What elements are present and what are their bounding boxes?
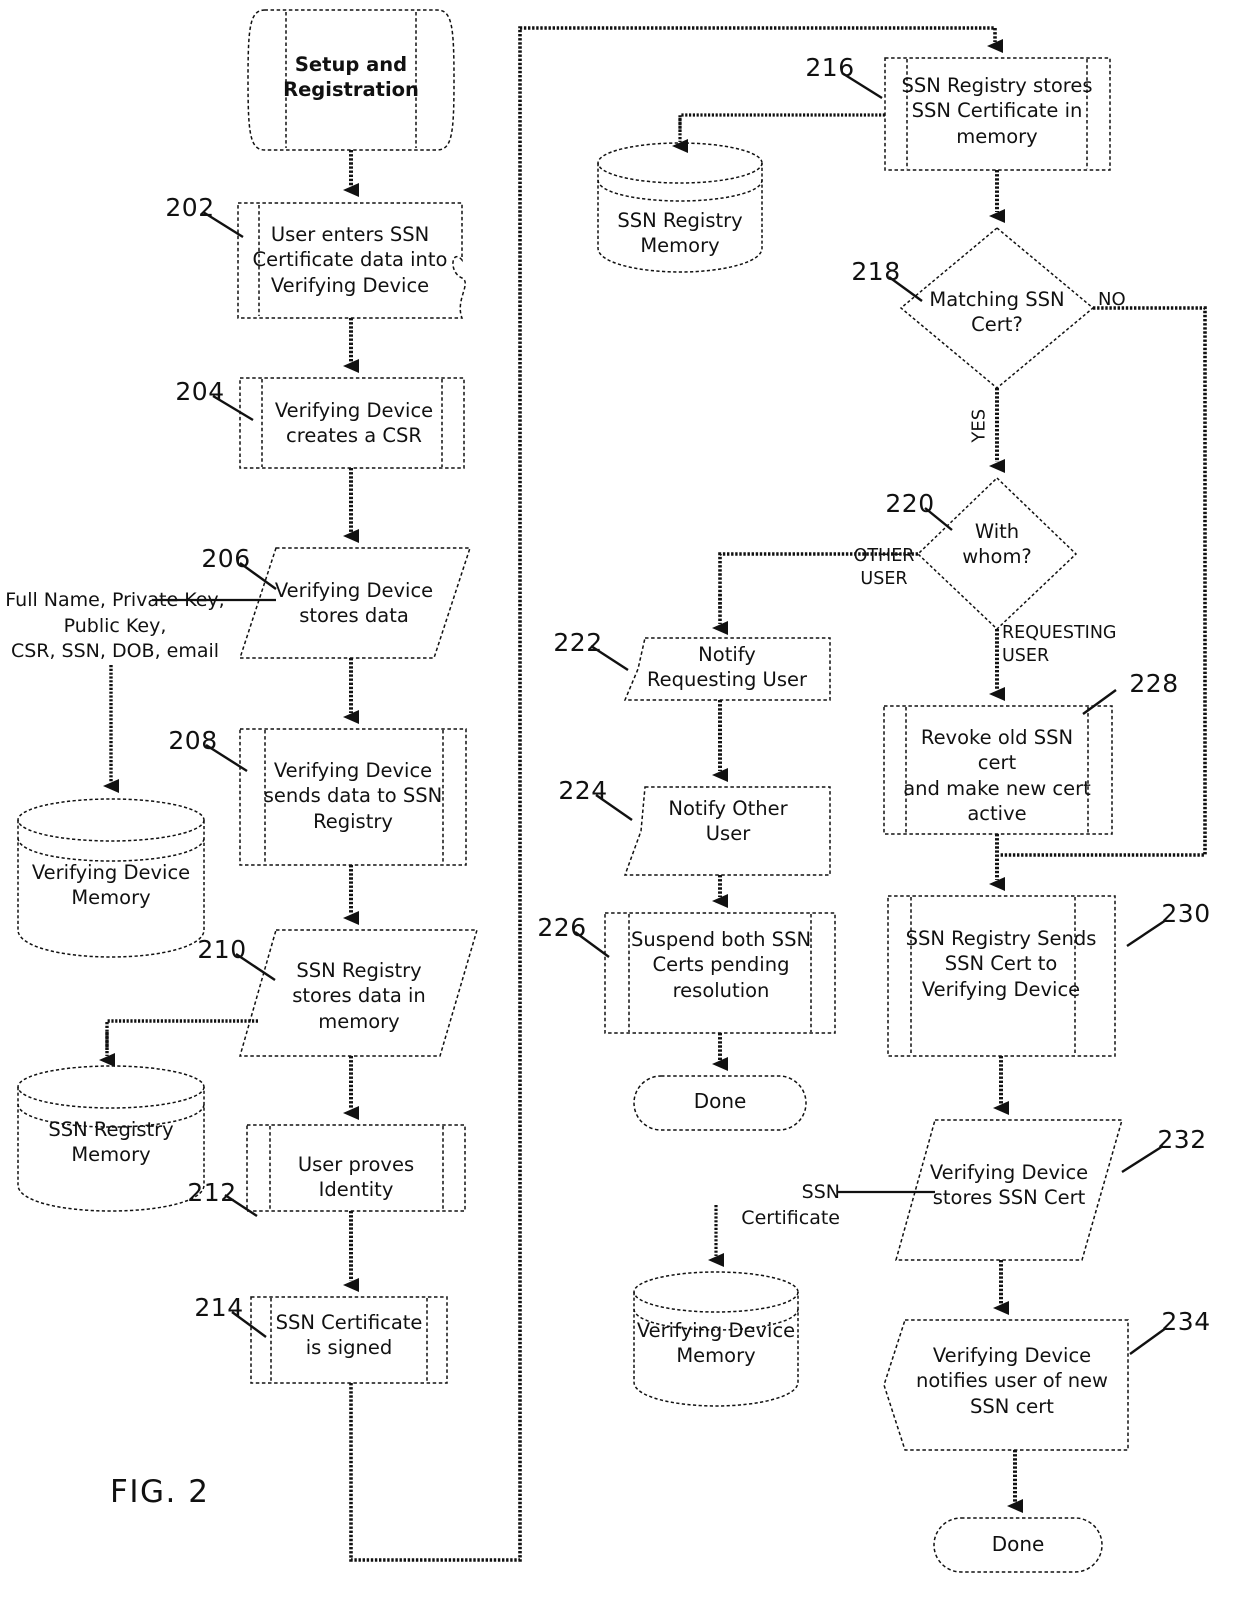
step-226-shape [604, 912, 836, 1034]
connector-218-no-to-230 [1000, 306, 1207, 857]
step-210-shape [239, 929, 479, 1057]
step-218-shape [899, 227, 1095, 389]
step-220-shape [916, 476, 1078, 631]
step-206-shape [238, 547, 472, 659]
step-230-shape [887, 895, 1116, 1057]
step-234-shape [883, 1319, 1129, 1451]
datastore-verifying-device-memory-left-shape [17, 798, 205, 958]
step-212-shape [246, 1124, 466, 1212]
connector-220-other-user-to-222 [718, 552, 918, 610]
start-terminator-shape [247, 9, 455, 151]
done-right-shape [933, 1517, 1103, 1573]
connector-210-to-ssn-registry-memory [105, 1019, 258, 1050]
step-214-shape [250, 1296, 448, 1384]
step-204-shape [239, 377, 465, 469]
datastore-ssn-registry-memory-right-shape [597, 142, 763, 273]
step-224-shape [623, 786, 831, 876]
step-202-shape [237, 202, 466, 319]
step-216-shape [884, 57, 1111, 171]
step-232-shape [895, 1119, 1123, 1261]
flowchart-vector-layer [17, 9, 1207, 1573]
datastore-ssn-registry-memory-left-shape [17, 1065, 205, 1212]
step-222-shape [623, 637, 831, 701]
step-208-shape [239, 728, 467, 866]
figure-canvas: FIG. 2 Setup and Registration User enter… [0, 0, 1240, 1600]
connector-216-to-ssn-registry-memory-right [678, 113, 885, 132]
datastore-verifying-device-memory-bottom-shape [633, 1271, 799, 1407]
reference-leader-lines [202, 71, 1167, 1355]
step-228-shape [883, 705, 1113, 835]
done-middle-shape [633, 1075, 807, 1131]
